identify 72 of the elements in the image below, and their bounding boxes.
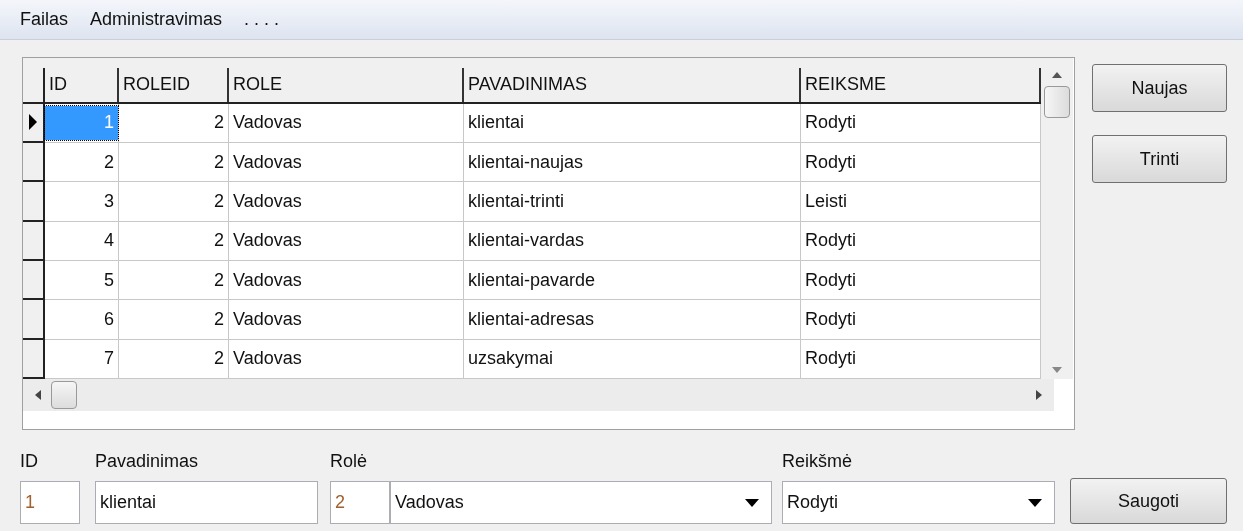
- table-cell-text: 2: [214, 347, 225, 371]
- row-header[interactable]: [23, 103, 45, 144]
- caret-icon: [745, 498, 759, 507]
- table-cell-text: Vadovas: [232, 347, 302, 371]
- row-header[interactable]: [23, 261, 45, 301]
- row-header[interactable]: [23, 339, 45, 379]
- scroll-right-icon[interactable]: [1036, 390, 1042, 400]
- column-header[interactable]: PAVADINIMAS: [464, 68, 801, 102]
- table-cell-text: 2: [214, 150, 225, 174]
- table-cell: 1: [45, 106, 118, 140]
- table-cell-text: Rodyti: [804, 229, 857, 253]
- table-cell-text: 3: [104, 190, 115, 214]
- side-button[interactable]: Trinti: [1092, 135, 1227, 183]
- side-button[interactable]: Naujas: [1092, 64, 1227, 112]
- table-cell-text: Leisti: [804, 190, 848, 214]
- table-cell-text: 6: [104, 308, 115, 332]
- scroll-left-icon[interactable]: [35, 390, 41, 400]
- table-cell-text: 2: [214, 308, 225, 332]
- row-pointer-icon: [29, 114, 37, 131]
- column-header[interactable]: ROLEID: [119, 68, 229, 102]
- column-header[interactable]: ROLE: [229, 68, 464, 102]
- table-cell-text: 5: [104, 268, 115, 292]
- table-cell-text: Vadovas: [232, 308, 302, 332]
- column-header[interactable]: ID: [45, 68, 119, 102]
- scroll-thumb[interactable]: [1044, 86, 1070, 118]
- save-button[interactable]: Saugoti: [1070, 478, 1227, 524]
- table-cell-text: Rodyti: [804, 150, 857, 174]
- table-cell-text: Rodyti: [804, 268, 857, 292]
- table-cell-text: klientai-naujas: [467, 150, 584, 174]
- table-cell-text: 2: [104, 150, 115, 174]
- table-cell-text: Rodyti: [804, 347, 857, 371]
- scroll-down-icon[interactable]: [1052, 367, 1062, 373]
- table-cell-text: Rodyti: [804, 111, 857, 135]
- scroll-up-icon[interactable]: [1052, 72, 1062, 78]
- value-dropdown[interactable]: Rodyti: [782, 481, 1055, 524]
- menu-item[interactable]: . . . .: [244, 6, 280, 33]
- field-label: Rolė: [330, 450, 369, 473]
- row-header[interactable]: [23, 221, 45, 262]
- table-cell-text: Vadovas: [232, 229, 302, 253]
- table-cell-text: 2: [214, 111, 225, 135]
- table-cell-text: Vadovas: [232, 150, 302, 174]
- field-label: Pavadinimas: [95, 450, 200, 473]
- role-id-field[interactable]: 2: [330, 481, 390, 524]
- table-cell-text: 2: [214, 229, 225, 253]
- table-cell-text: klientai-adresas: [467, 308, 595, 332]
- name-field[interactable]: klientai: [95, 481, 318, 524]
- role-dropdown[interactable]: Vadovas: [390, 481, 772, 524]
- table-cell-text: klientai: [467, 111, 525, 135]
- table-cell-text: 2: [214, 268, 225, 292]
- row-header[interactable]: [23, 300, 45, 340]
- field-label: ID: [20, 450, 39, 473]
- row-header[interactable]: [23, 182, 45, 222]
- id-field[interactable]: 1: [20, 481, 80, 524]
- table-cell-text: 2: [214, 190, 225, 214]
- table-cell-text: 7: [104, 347, 115, 371]
- table-cell-text: klientai-vardas: [467, 229, 585, 253]
- table-cell-text: Vadovas: [232, 268, 302, 292]
- table-cell-text: Rodyti: [804, 308, 857, 332]
- table-cell-text: Vadovas: [232, 111, 302, 135]
- row-header[interactable]: [23, 143, 45, 183]
- horizontal-scrollbar[interactable]: [23, 379, 1054, 411]
- caret-icon: [1028, 498, 1042, 507]
- table-cell-text: Vadovas: [232, 190, 302, 214]
- menu-item[interactable]: Failas: [20, 6, 68, 33]
- menu-item[interactable]: Administravimas: [90, 6, 223, 33]
- vertical-scrollbar[interactable]: [1041, 58, 1073, 379]
- table-cell-text: 4: [104, 229, 115, 253]
- table-cell-text: klientai-pavarde: [467, 268, 596, 292]
- table-cell-text: uzsakymai: [467, 347, 554, 371]
- scroll-thumb[interactable]: [51, 381, 77, 409]
- field-label: Reikšmė: [782, 450, 853, 473]
- table-cell-text: klientai-trinti: [467, 190, 565, 214]
